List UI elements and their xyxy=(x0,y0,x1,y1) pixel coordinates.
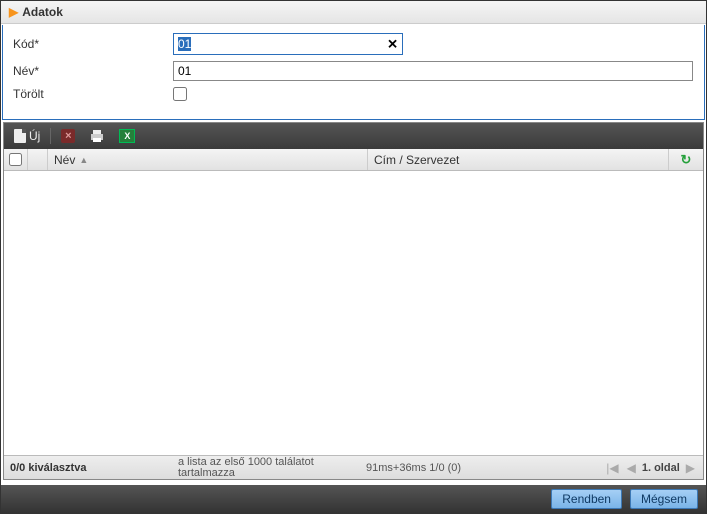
column-header-cim[interactable]: Cím / Szervezet xyxy=(368,149,669,170)
kod-input-wrap: ✕ xyxy=(173,33,403,55)
form-row-nev: Név* xyxy=(13,61,694,81)
column-header-nev[interactable]: Név ▲ xyxy=(48,149,368,170)
collapse-arrow-icon[interactable]: ▶ xyxy=(9,5,18,19)
kod-input[interactable] xyxy=(174,34,402,54)
print-icon xyxy=(89,129,105,143)
pager: |◀ ◀ 1. oldal ▶ xyxy=(604,461,697,475)
col-nev-label: Név xyxy=(54,153,75,167)
grid-statusbar: 0/0 kiválasztva a lista az első 1000 tal… xyxy=(4,455,703,479)
section-header: ▶ Adatok xyxy=(1,1,706,24)
pager-next-icon[interactable]: ▶ xyxy=(684,461,697,475)
grid-body[interactable] xyxy=(4,171,703,455)
nev-input[interactable] xyxy=(173,61,693,81)
cancel-button[interactable]: Mégsem xyxy=(630,489,698,509)
select-all-checkbox[interactable] xyxy=(9,153,22,166)
header-spacer xyxy=(28,149,48,170)
pager-page-label: 1. oldal xyxy=(642,462,680,474)
excel-button[interactable]: X xyxy=(115,127,139,145)
form-row-kod: Kód* ✕ xyxy=(13,33,694,55)
grid: Új × X Név ▲ Cím / Szervezet xyxy=(3,122,704,480)
grid-header: Név ▲ Cím / Szervezet ↻ xyxy=(4,149,703,171)
status-note: a lista az első 1000 találatot tartalmaz… xyxy=(178,457,348,479)
status-timing: 91ms+36ms 1/0 (0) xyxy=(366,462,546,474)
toolbar-separator xyxy=(50,128,51,144)
print-button[interactable] xyxy=(85,127,109,145)
dialog-footer: Rendben Mégsem xyxy=(1,485,706,513)
col-cim-label: Cím / Szervezet xyxy=(374,153,459,167)
refresh-icon: ↻ xyxy=(681,152,692,168)
select-all-cell[interactable] xyxy=(4,149,28,170)
sort-asc-icon: ▲ xyxy=(79,155,88,165)
pager-first-icon[interactable]: |◀ xyxy=(604,461,620,475)
delete-icon: × xyxy=(61,129,75,143)
kod-label: Kód* xyxy=(13,37,173,51)
status-selection: 0/0 kiválasztva xyxy=(10,462,160,474)
grid-toolbar: Új × X xyxy=(4,123,703,149)
excel-icon: X xyxy=(119,129,135,143)
refresh-button[interactable]: ↻ xyxy=(669,149,703,170)
section-title: Adatok xyxy=(22,5,63,19)
new-button[interactable]: Új xyxy=(10,127,44,145)
torolt-checkbox[interactable] xyxy=(173,87,187,101)
pager-prev-icon[interactable]: ◀ xyxy=(625,461,638,475)
clear-icon[interactable]: ✕ xyxy=(387,38,398,51)
new-file-icon xyxy=(14,129,26,143)
form-area: Kód* ✕ Név* Törölt xyxy=(2,25,705,120)
torolt-label: Törölt xyxy=(13,87,173,101)
ok-button[interactable]: Rendben xyxy=(551,489,622,509)
new-label: Új xyxy=(29,129,40,143)
dialog: ▶ Adatok Kód* ✕ Név* Törölt Új xyxy=(0,0,707,514)
nev-label: Név* xyxy=(13,64,173,78)
form-row-torolt: Törölt xyxy=(13,87,694,101)
delete-button[interactable]: × xyxy=(57,127,79,145)
